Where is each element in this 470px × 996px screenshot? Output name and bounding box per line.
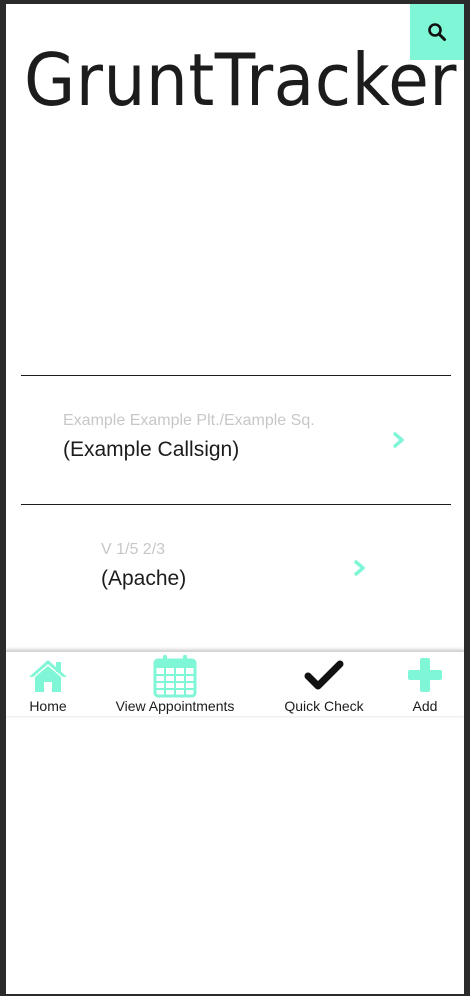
app-title: GruntTracker <box>24 38 457 122</box>
entry-name: (Example Callsign) <box>63 438 240 461</box>
bottom-tab-bar: Home View Appointments Quick Check Add <box>6 650 464 717</box>
tab-quick-check-label: Quick Check <box>284 698 364 714</box>
entry-subtitle: Example Example Plt./Example Sq. <box>63 412 315 429</box>
tab-home-label: Home <box>29 698 67 714</box>
home-icon <box>29 660 67 692</box>
chevron-right-icon <box>393 432 404 448</box>
checkmark-icon <box>304 660 344 690</box>
calendar-icon <box>153 655 197 698</box>
app-screen: GruntTracker Example Example Plt./Exampl… <box>6 4 464 994</box>
tab-home[interactable]: Home <box>18 652 78 716</box>
tab-add-label: Add <box>412 698 438 714</box>
tab-view-appointments-label: View Appointments <box>115 698 235 714</box>
list-item[interactable]: Example Example Plt./Example Sq. (Exampl… <box>6 376 464 504</box>
tab-quick-check[interactable]: Quick Check <box>274 652 374 716</box>
plus-icon <box>408 658 442 692</box>
entry-name: (Apache) <box>101 567 187 590</box>
entry-subtitle: V 1/5 2/3 <box>101 541 166 558</box>
tab-view-appointments[interactable]: View Appointments <box>104 652 246 716</box>
tab-add[interactable]: Add <box>398 652 452 716</box>
list-item[interactable]: V 1/5 2/3 (Apache) <box>6 505 464 645</box>
chevron-right-icon <box>354 560 365 576</box>
